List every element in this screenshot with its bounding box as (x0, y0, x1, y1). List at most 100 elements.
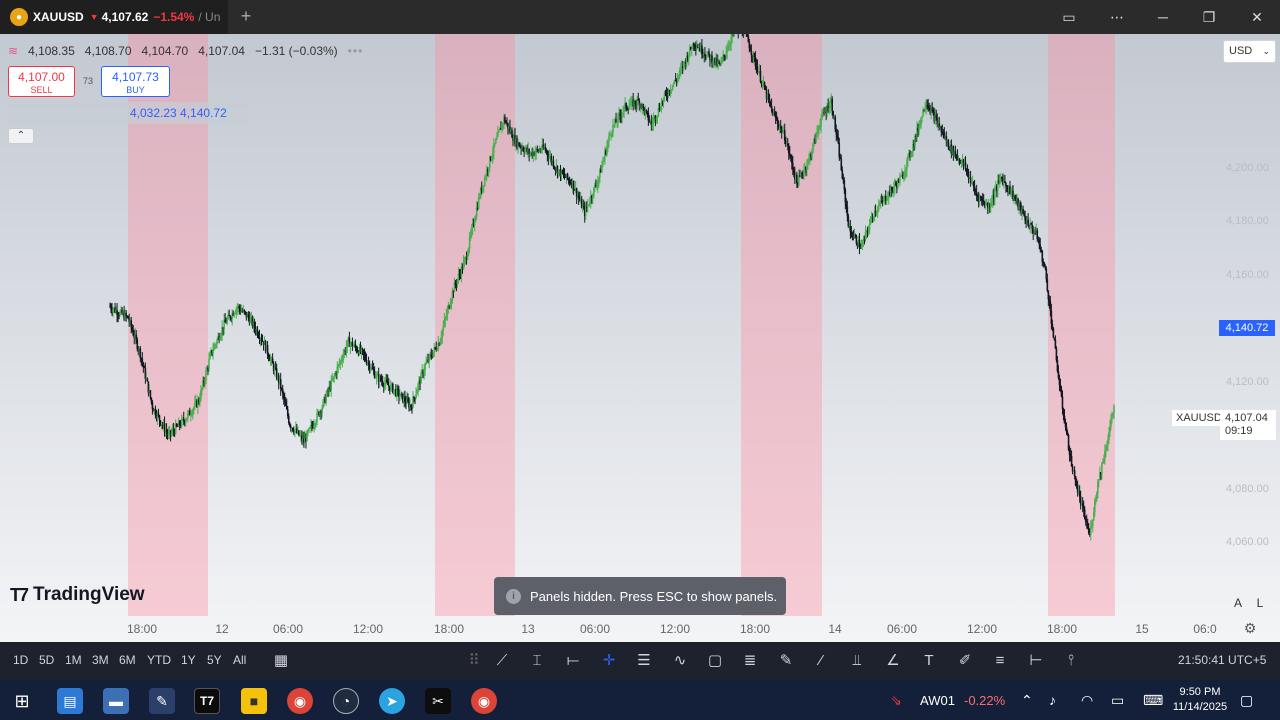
bar-countdown: 09:19 (1225, 425, 1253, 437)
candle-body (759, 70, 762, 82)
tradingview-logo[interactable]: T7 TradingView (10, 584, 145, 606)
pen-tool-icon[interactable]: ✐ (953, 650, 977, 672)
range-ytd-button[interactable]: YTD (147, 653, 171, 667)
collapse-legend-chevron-up-icon[interactable]: ⌃ (8, 128, 34, 144)
price-chart[interactable]: ≋ 4,108.35 4,108.70 4,104.70 4,107.04 −1… (0, 34, 1280, 642)
chart-settings-gear-icon[interactable]: ⚙ (1240, 620, 1260, 640)
trend-line-tool-icon[interactable]: ⟋ (490, 650, 514, 672)
fib-tool-icon[interactable]: ≡ (988, 650, 1012, 672)
currency-select[interactable]: USD ⌄ (1223, 40, 1276, 63)
tradingview-logo-icon: T7 (10, 584, 29, 605)
candle-body (770, 105, 773, 109)
x-axis-label: 14 (828, 622, 842, 636)
channel-tool-icon[interactable]: ≣ (738, 650, 762, 672)
chart-clock[interactable]: 21:50:41 UTC+5 (1178, 653, 1266, 667)
angle-tool-icon[interactable]: ∠ (881, 650, 905, 672)
windows-start-icon[interactable]: ⊞ (9, 688, 35, 714)
ray-tool-icon[interactable]: ⁄ (809, 650, 833, 672)
y-axis-label: 4,060.00 (1226, 536, 1269, 548)
horizontal-line-tool-icon[interactable]: ⟝ (561, 650, 585, 672)
more-options-icon[interactable]: ••• (348, 44, 364, 58)
rectangle-tool-icon[interactable]: ▢ (703, 650, 727, 672)
range-3m-button[interactable]: 3M (92, 653, 109, 667)
taskbar-date: 11/14/2025 (1172, 701, 1228, 713)
range-all-button[interactable]: All (233, 653, 246, 667)
range-5d-button[interactable]: 5D (39, 653, 54, 667)
y-axis-label: 4,080.00 (1226, 483, 1269, 495)
zigzag-tool-icon[interactable]: ∿ (668, 650, 692, 672)
new-tab-plus-icon[interactable]: + (236, 6, 256, 26)
pitchfork-icon[interactable]: ⫫ (845, 650, 869, 672)
range-5y-button[interactable]: 5Y (207, 653, 222, 667)
trading-app-window: ● XAUUSD ▼ 4,107.62 −1.54% / Un + ▭ ⋯ ─ … (0, 0, 1280, 720)
stock-ticker-icon[interactable]: ⇘ (890, 692, 902, 709)
keyboard-icon[interactable]: ⌨ (1143, 692, 1163, 709)
x-axis-label: 18:00 (739, 622, 771, 636)
logo-text: TradingView (33, 584, 145, 605)
drag-handle-icon[interactable]: ⠿ (462, 650, 486, 672)
chrome-profile-icon[interactable]: ◉ (471, 688, 497, 714)
x-axis-label: 18:00 (1046, 622, 1078, 636)
battery-icon[interactable]: ▭ (1111, 692, 1124, 709)
crosshair-icon[interactable]: ✛ (597, 650, 621, 672)
cursor-line-icon[interactable]: ⫯ (1059, 650, 1083, 672)
candle-body (212, 350, 214, 354)
capcut-icon[interactable]: ✂ (425, 688, 451, 714)
tab-title-rest: / Un (198, 10, 221, 24)
notes-app-icon[interactable]: ✎ (149, 688, 175, 714)
candle-body (205, 370, 207, 381)
candle-body (899, 177, 901, 184)
calculator-app-icon[interactable]: ▤ (57, 688, 83, 714)
chrome-icon[interactable]: ◉ (287, 688, 313, 714)
parallel-lines-icon[interactable]: ☰ (632, 650, 656, 672)
x-axis-label: 06:00 (272, 622, 304, 636)
buy-button[interactable]: 4,107.73 BUY (101, 66, 170, 97)
candle-body (743, 34, 746, 35)
brush-tool-icon[interactable]: ✎ (774, 650, 798, 672)
minimize-icon[interactable]: ─ (1140, 0, 1186, 34)
vertical-tool-icon[interactable]: ⌶ (525, 650, 549, 672)
price-line-tag: 4,140.72 (1219, 320, 1275, 336)
close-icon[interactable]: ✕ (1234, 0, 1280, 34)
browser-tab-xauusd[interactable]: ● XAUUSD ▼ 4,107.62 −1.54% / Un (0, 0, 228, 34)
candle-body (424, 364, 426, 371)
candle-body (149, 390, 152, 398)
more-icon[interactable]: ⋯ (1094, 0, 1140, 34)
computer-app-icon[interactable]: ▬ (103, 688, 129, 714)
taskbar-clock[interactable]: 9:50 PM 11/14/2025 (1172, 685, 1228, 715)
range-1m-button[interactable]: 1M (65, 653, 82, 667)
sticky-notes-icon[interactable]: ■ (241, 688, 267, 714)
x-axis-label: 06:00 (886, 622, 918, 636)
sell-button[interactable]: 4,107.00 SELL (8, 66, 75, 97)
range-1y-button[interactable]: 1Y (181, 653, 196, 667)
notifications-icon[interactable]: ▢ (1240, 692, 1253, 709)
candle-body (146, 378, 149, 382)
candle-body (718, 61, 720, 63)
ticker-symbol: AW01 (920, 693, 955, 708)
range-1d-button[interactable]: 1D (13, 653, 28, 667)
x-axis-label: 13 (521, 622, 535, 636)
range-6m-button[interactable]: 6M (119, 653, 136, 667)
candle-body (473, 221, 476, 226)
buy-label: BUY (126, 85, 145, 95)
measure-tool-icon[interactable]: ⊢ (1024, 650, 1048, 672)
volume-icon[interactable]: ♪ (1049, 692, 1056, 708)
sell-price: 4,107.00 (18, 70, 65, 84)
tab-change: −1.54% (153, 10, 195, 24)
candle-body (387, 385, 390, 387)
tradingview-app-icon[interactable]: T7 (194, 688, 220, 714)
speedometer-app-icon[interactable]: ◔ (333, 688, 359, 714)
date-range-calendar-icon[interactable]: ▦ (269, 650, 293, 672)
tray-chevron-up-icon[interactable]: ⌃ (1021, 692, 1033, 709)
log-scale-button[interactable]: L (1251, 594, 1269, 612)
candle-body (1113, 406, 1115, 414)
restore-icon[interactable]: ❐ (1186, 0, 1232, 34)
auto-scale-button[interactable]: A (1229, 594, 1247, 612)
telegram-icon[interactable]: ➤ (379, 688, 405, 714)
x-axis-label: 12:00 (966, 622, 998, 636)
wifi-icon[interactable]: ◠ (1081, 692, 1093, 709)
legend-menu-icon[interactable]: ≋ (8, 44, 18, 58)
x-axis-label: 12:00 (352, 622, 384, 636)
layout-icon[interactable]: ▭ (1046, 0, 1092, 34)
text-tool-icon[interactable]: T (917, 650, 941, 672)
